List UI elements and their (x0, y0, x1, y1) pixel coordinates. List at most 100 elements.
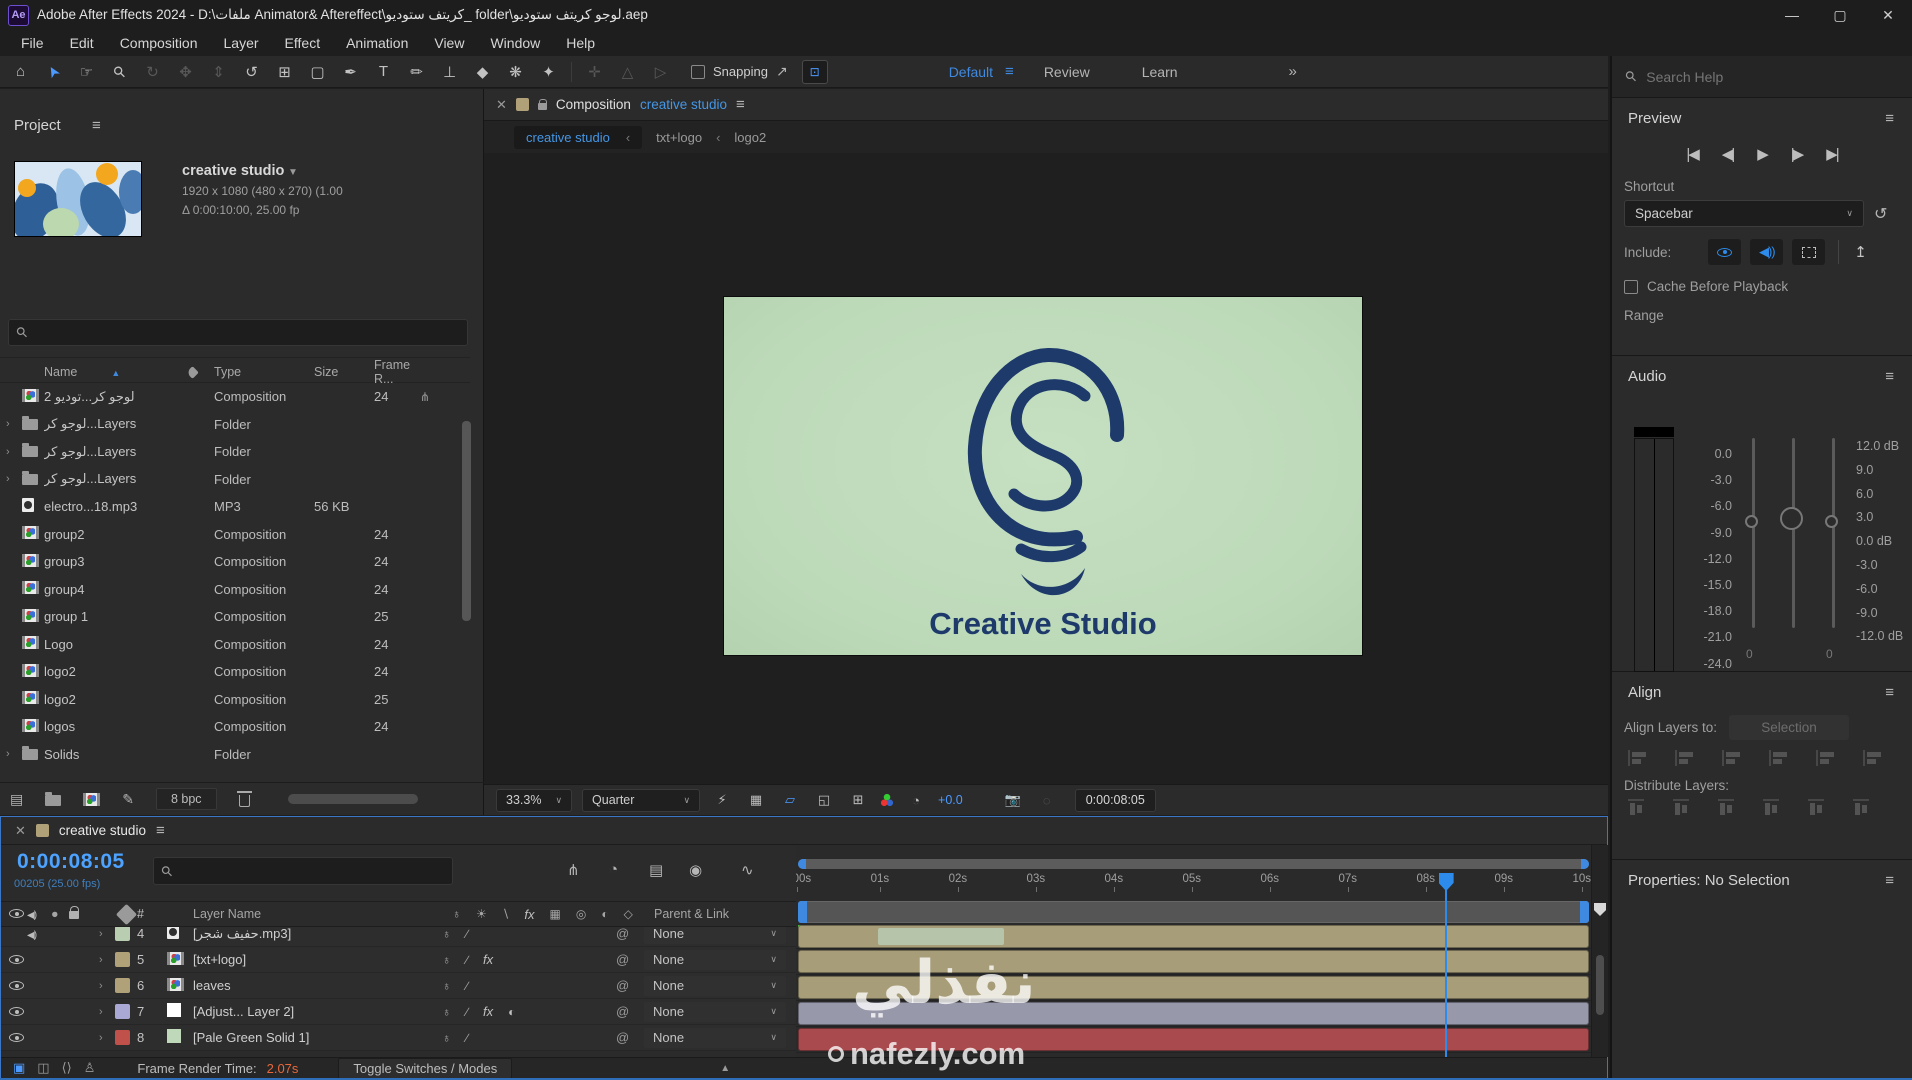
align-icon-2[interactable] (1675, 750, 1693, 766)
current-timecode[interactable]: 0:00:08:05 (17, 850, 125, 874)
project-panel-title[interactable]: Project (14, 117, 61, 134)
layer-duration-bar[interactable] (798, 976, 1589, 999)
roto-brush-tool[interactable]: ❋ (499, 59, 532, 85)
fx-switch[interactable]: fx (483, 1004, 493, 1019)
motion-blur-icon[interactable]: ◉ (689, 861, 702, 879)
left-level-knob[interactable] (1745, 515, 1758, 528)
align-icon-4[interactable] (1769, 750, 1787, 766)
timeline-menu-icon[interactable]: ≡ (156, 822, 165, 839)
rotation-tool[interactable]: ↺ (235, 59, 268, 85)
quality-switch[interactable]: ∕ (466, 953, 468, 967)
column-type[interactable]: Type (214, 365, 314, 379)
audio-column-icon[interactable]: ◀) (27, 910, 36, 921)
menu-item-effect[interactable]: Effect (272, 35, 334, 51)
viewer-timecode[interactable]: 0:00:08:05 (1075, 789, 1156, 812)
master-level-knob[interactable] (1780, 507, 1803, 530)
playhead-marker[interactable] (1439, 873, 1454, 891)
cache-before-playback-checkbox[interactable] (1624, 280, 1638, 294)
close-button[interactable]: ✕ (1864, 0, 1912, 30)
viewer-tab-comp-name[interactable]: creative studio (640, 97, 727, 112)
puppet-pin-tool[interactable]: ✦ (532, 59, 565, 85)
align-to-dropdown[interactable]: Selection (1729, 715, 1849, 740)
play-button[interactable]: ▶ (1757, 145, 1767, 163)
distribute-icon-1[interactable] (1628, 799, 1644, 817)
workspace-review[interactable]: Review (1018, 64, 1116, 80)
project-item[interactable]: logos Composition 24 (0, 713, 470, 741)
layer-name[interactable]: [Adjust... Layer 2] (193, 1004, 438, 1019)
comp-marker-icon[interactable] (1594, 903, 1606, 916)
layer-name[interactable]: [txt+logo] (193, 952, 438, 967)
project-item[interactable]: › لوجو كر...Layers Folder (0, 411, 470, 439)
left-level-track[interactable] (1752, 438, 1755, 628)
first-frame-button[interactable]: |◀ (1686, 145, 1697, 163)
collapse-switch[interactable]: ♁ (442, 927, 451, 941)
parent-link-column[interactable]: Parent & Link (654, 907, 796, 921)
parent-link-dropdown[interactable]: None∨ (644, 950, 786, 970)
timeline-scroll-thumb[interactable] (1596, 955, 1604, 1015)
close-tab-icon[interactable]: ✕ (496, 97, 507, 113)
collapse-switch[interactable]: ♁ (442, 979, 451, 993)
column-frame-rate[interactable]: Frame R... (374, 358, 420, 386)
project-item[interactable]: logo2 Composition 24 (0, 658, 470, 686)
quality-switch-icon[interactable]: ∖ (502, 907, 510, 921)
in-out-icon[interactable]: ⟨⟩ (62, 1060, 72, 1076)
lock-icon[interactable] (538, 103, 547, 110)
align-menu-icon[interactable]: ≡ (1885, 684, 1894, 701)
audio-menu-icon[interactable]: ≡ (1885, 368, 1894, 385)
mesh-tool[interactable]: ▷ (644, 59, 677, 85)
preview-menu-icon[interactable]: ≡ (1885, 110, 1894, 127)
preview-panel-title[interactable]: Preview (1628, 110, 1681, 127)
eye-icon[interactable] (9, 1007, 24, 1016)
eye-icon[interactable] (9, 1033, 24, 1042)
project-search[interactable]: ⚲ (8, 319, 468, 346)
snap-options-icon[interactable]: ⊡ (802, 60, 828, 84)
distribute-icon-6[interactable] (1853, 799, 1869, 817)
timeline-layer-row[interactable]: › 6 leaves ♁ ∕ fx ◐ @ None∨ (1, 973, 796, 999)
right-level-track[interactable] (1832, 438, 1835, 628)
close-timeline-tab-icon[interactable]: ✕ (15, 823, 26, 839)
column-name[interactable]: Name▲ (44, 365, 184, 379)
expand-icon[interactable]: › (99, 1032, 115, 1044)
next-frame-button[interactable]: |▶ (1791, 145, 1802, 163)
menu-item-file[interactable]: File (8, 35, 57, 51)
audio-panel-title[interactable]: Audio (1628, 368, 1666, 385)
selected-comp-name[interactable]: creative studio (182, 163, 284, 179)
project-scrollbar[interactable] (462, 421, 471, 621)
menu-item-composition[interactable]: Composition (107, 35, 211, 51)
project-item[interactable]: Logo Composition 24 (0, 631, 470, 659)
layer-duration-bar[interactable] (798, 1002, 1589, 1025)
parent-link-dropdown[interactable]: None∨ (644, 1028, 786, 1048)
layer-color-chip[interactable] (115, 927, 130, 941)
layer-color-chip[interactable] (115, 1030, 130, 1045)
selection-tool[interactable]: ➤ (37, 59, 70, 85)
align-icon-6[interactable] (1863, 750, 1881, 766)
collapse-switch[interactable]: ♁ (442, 1031, 451, 1045)
layer-name[interactable]: [Pale Green Solid 1] (193, 1030, 438, 1045)
eraser-tool[interactable]: ◆ (466, 59, 499, 85)
viewer-menu-icon[interactable]: ≡ (736, 96, 745, 113)
project-item[interactable]: logo2 Composition 25 (0, 686, 470, 714)
timeline-layer-row[interactable]: ◀) › 4 [حفيف شجر.mp3] ♁ ∕ fx ◐ @ None∨ (1, 927, 796, 947)
properties-panel-title[interactable]: Properties: No Selection (1628, 872, 1790, 889)
time-ruler-area[interactable]: 0:00s01s02s03s04s05s06s07s08s09s10s (796, 845, 1591, 1057)
region-of-interest-icon[interactable]: ▱ (778, 792, 802, 808)
frame-blending-icon[interactable]: ▤ (649, 861, 663, 879)
quality-switch[interactable]: ∕ (466, 979, 468, 993)
workspace-learn[interactable]: Learn (1116, 64, 1204, 80)
snapshot-icon[interactable]: 📷 (1001, 792, 1025, 808)
pickwhip-icon[interactable]: @ (616, 978, 644, 993)
layer-color-chip[interactable] (115, 1004, 130, 1019)
shape-tool[interactable]: ▢ (301, 59, 334, 85)
breadcrumb-active[interactable]: creative studio‹ (514, 126, 642, 149)
timeline-tab-name[interactable]: creative studio (59, 823, 146, 838)
joint-tool[interactable]: ✛ (578, 59, 611, 85)
align-icon-1[interactable] (1628, 750, 1646, 766)
quality-switch[interactable]: ∕ (466, 1005, 468, 1019)
zoom-level-dropdown[interactable]: 33.3%∨ (496, 789, 572, 812)
menu-item-help[interactable]: Help (553, 35, 608, 51)
label-column-icon[interactable] (186, 366, 199, 379)
fx-switch-icon[interactable]: fx (524, 907, 534, 922)
shy-layers-icon[interactable]: ♙ (84, 1060, 96, 1076)
reset-icon[interactable]: ↺ (1874, 204, 1887, 224)
project-item[interactable]: group3 Composition 24 (0, 548, 470, 576)
